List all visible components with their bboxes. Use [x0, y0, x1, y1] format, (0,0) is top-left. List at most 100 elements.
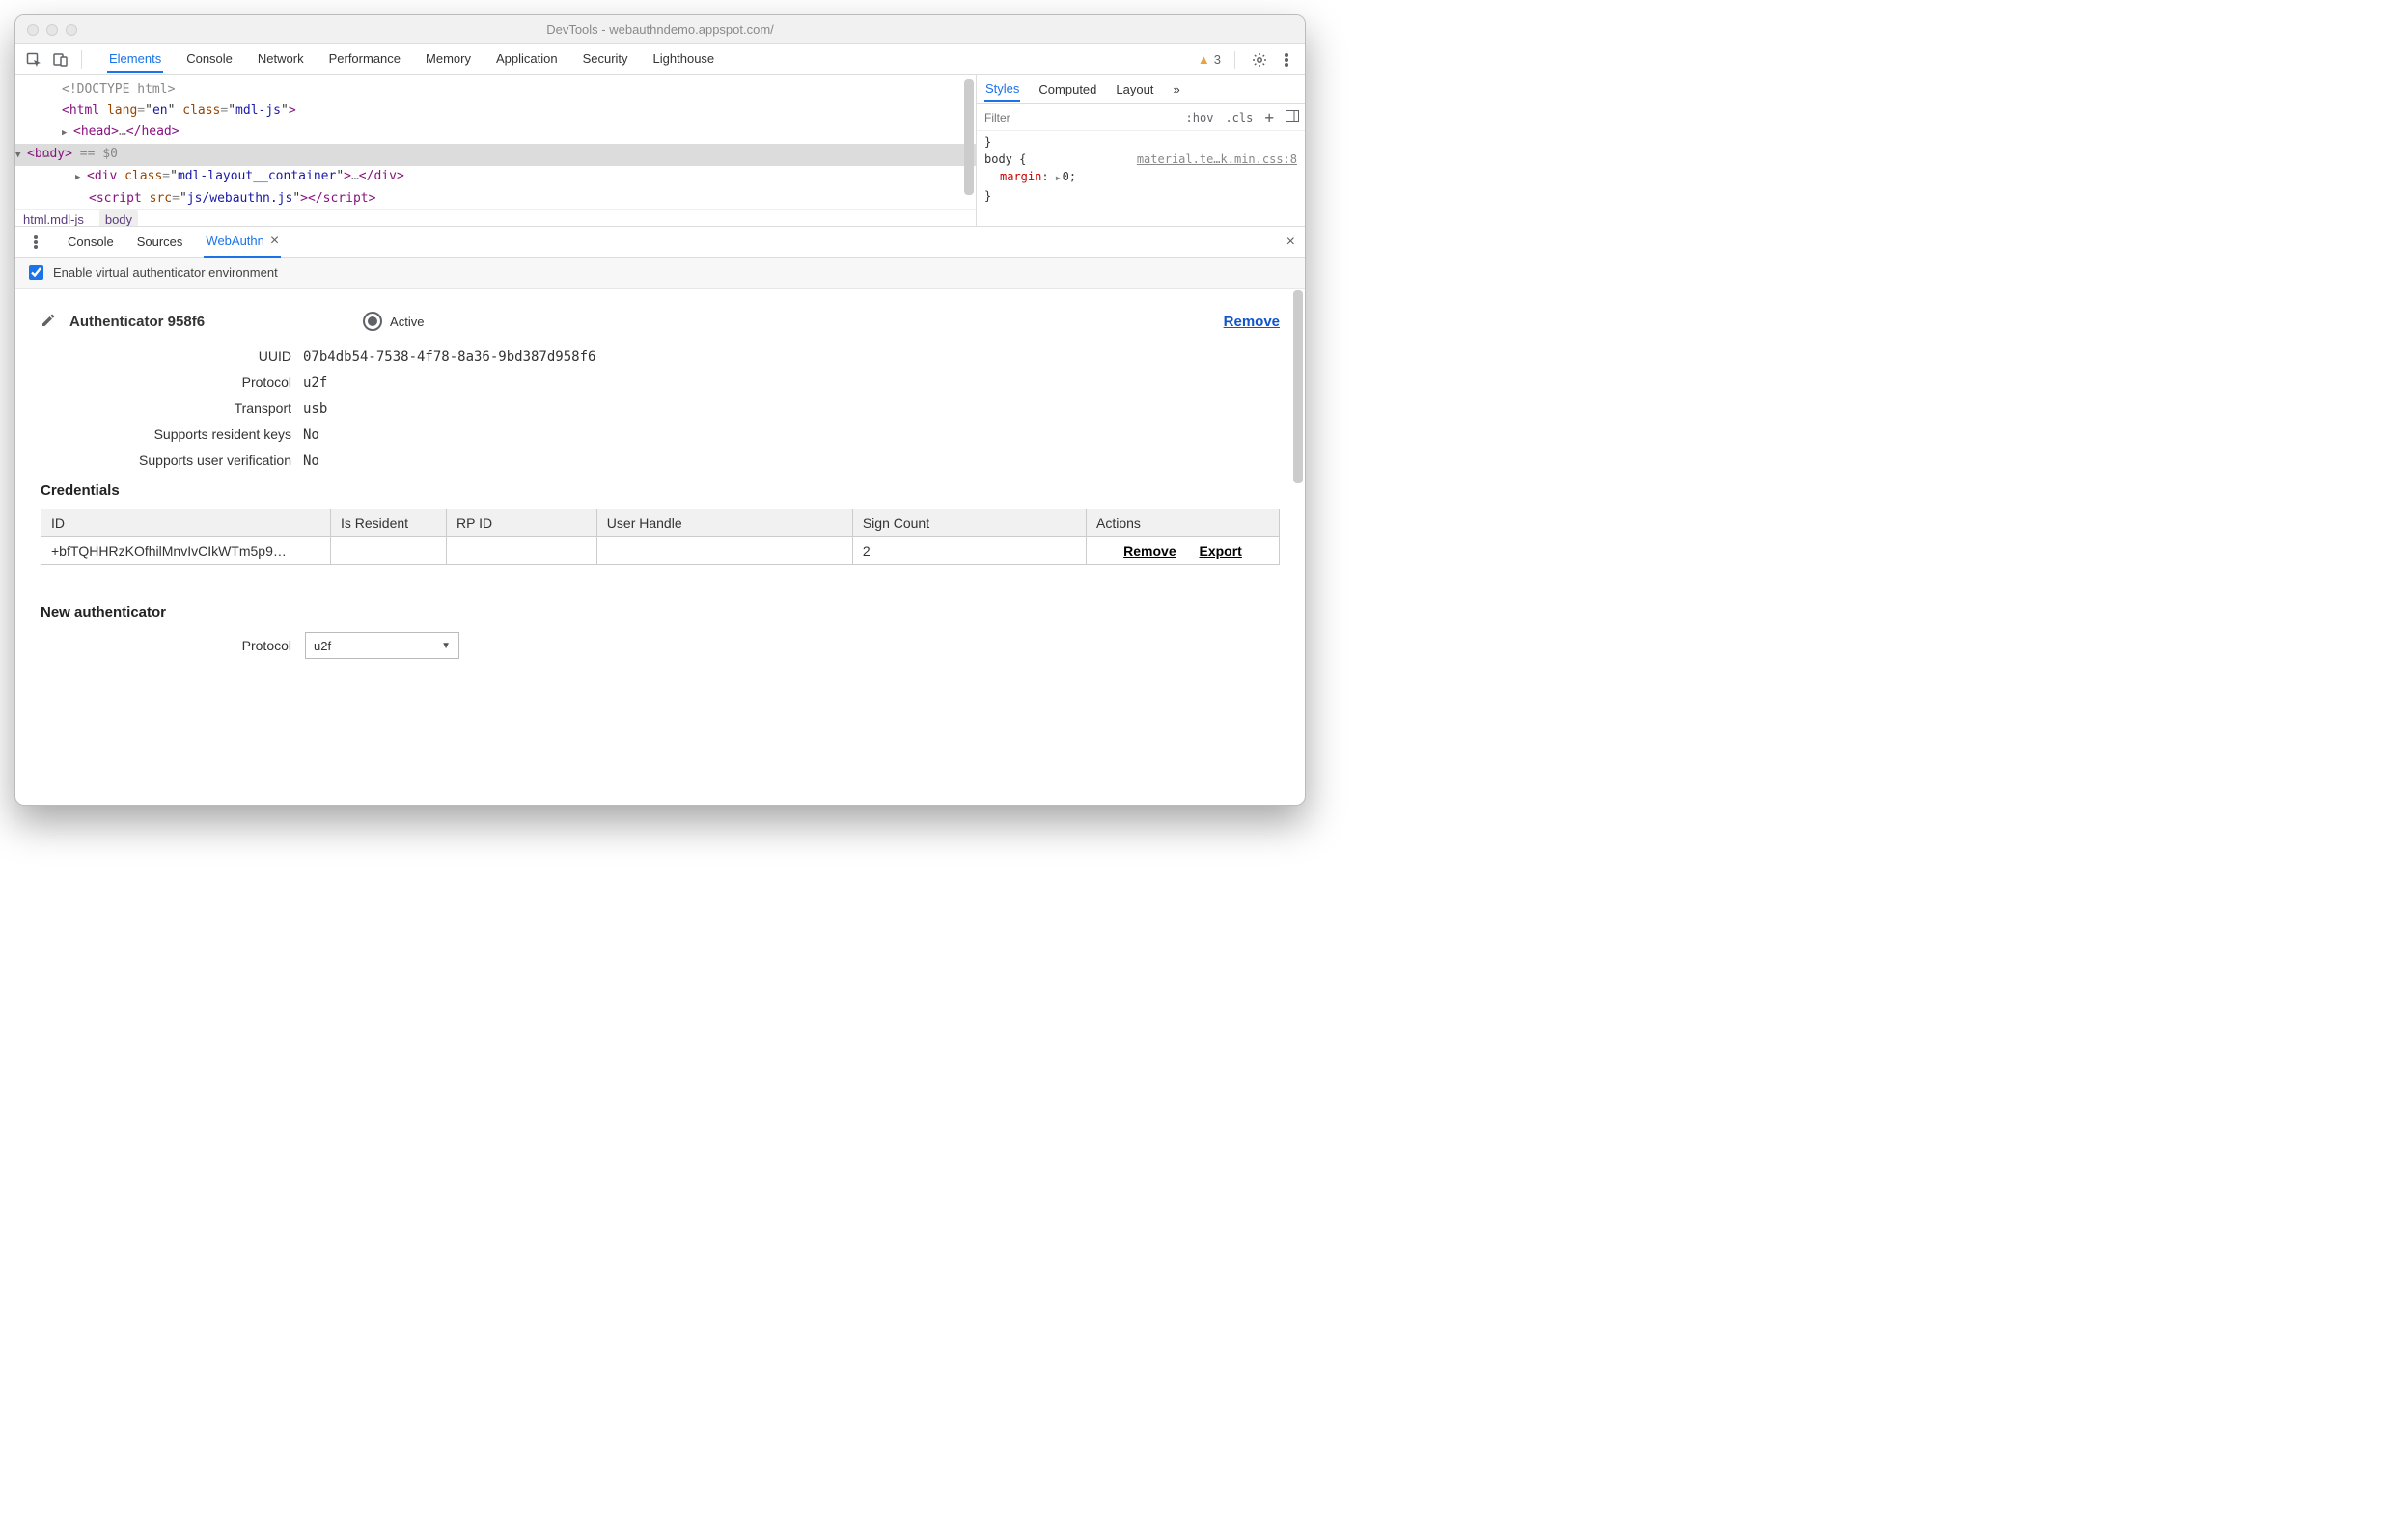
- html-tag: html: [69, 103, 99, 118]
- tab-network[interactable]: Network: [256, 45, 306, 73]
- breadcrumb: html.mdl-js body: [15, 209, 976, 226]
- cls-toggle[interactable]: .cls: [1219, 111, 1259, 124]
- new-protocol-label: Protocol: [41, 638, 291, 653]
- window-controls: [27, 24, 77, 36]
- credentials-heading: Credentials: [41, 482, 1280, 499]
- sidebar-toggle-icon[interactable]: [1280, 110, 1305, 124]
- css-val: 0;: [1063, 170, 1076, 183]
- scrollbar[interactable]: [1293, 290, 1303, 483]
- crumb-body[interactable]: body: [99, 210, 138, 226]
- credentials-table: ID Is Resident RP ID User Handle Sign Co…: [41, 509, 1280, 565]
- transport-label: Transport: [41, 400, 291, 416]
- styles-filter-input[interactable]: [977, 111, 1180, 124]
- authenticator-header: Authenticator 958f6 Active Remove: [41, 312, 1280, 331]
- separator: [1234, 51, 1235, 69]
- warning-badge[interactable]: ▲ 3: [1198, 52, 1221, 67]
- close-tab-icon[interactable]: ×: [270, 233, 279, 250]
- protocol-select[interactable]: u2f ▼: [305, 632, 459, 659]
- doctype: <!DOCTYPE html>: [62, 82, 175, 96]
- tab-layout[interactable]: Layout: [1115, 77, 1154, 101]
- webauthn-body: Authenticator 958f6 Active Remove UUID 07…: [15, 289, 1305, 805]
- warning-count: 3: [1214, 52, 1221, 67]
- uuid-label: UUID: [41, 348, 291, 364]
- tab-computed[interactable]: Computed: [1038, 77, 1097, 101]
- col-id[interactable]: ID: [42, 509, 331, 537]
- authenticator-details: UUID 07b4db54-7538-4f78-8a36-9bd387d958f6…: [41, 348, 1280, 469]
- titlebar: DevTools - webauthndemo.appspot.com/: [15, 15, 1305, 44]
- styles-tabs: Styles Computed Layout »: [977, 75, 1305, 104]
- chevron-down-icon: ▼: [441, 641, 451, 651]
- enable-label: Enable virtual authenticator environment: [53, 265, 278, 280]
- protocol-select-value: u2f: [314, 639, 331, 653]
- resident-keys-label: Supports resident keys: [41, 426, 291, 442]
- uuid-value: 07b4db54-7538-4f78-8a36-9bd387d958f6: [303, 349, 595, 365]
- drawer-tab-webauthn-label: WebAuthn: [206, 234, 263, 248]
- styles-body[interactable]: } material.te…k.min.css:8body { margin: …: [977, 131, 1305, 206]
- close-drawer-icon[interactable]: ×: [1286, 234, 1295, 251]
- new-rule-icon[interactable]: +: [1259, 108, 1280, 126]
- protocol-label: Protocol: [41, 374, 291, 390]
- dom-source[interactable]: <!DOCTYPE html> <html lang="en" class="m…: [15, 75, 976, 209]
- col-actions[interactable]: Actions: [1087, 509, 1280, 537]
- scrollbar[interactable]: [964, 79, 974, 195]
- panel-tabs: Elements Console Network Performance Mem…: [107, 45, 716, 73]
- cell-sign-count: 2: [852, 537, 1086, 565]
- window-title: DevTools - webauthndemo.appspot.com/: [15, 22, 1305, 37]
- export-credential-link[interactable]: Export: [1200, 543, 1242, 559]
- tab-lighthouse[interactable]: Lighthouse: [651, 45, 717, 73]
- styles-filter-row: :hov .cls +: [977, 104, 1305, 131]
- drawer-tab-sources[interactable]: Sources: [135, 229, 185, 255]
- drawer-tab-console[interactable]: Console: [66, 229, 116, 255]
- user-verification-label: Supports user verification: [41, 453, 291, 468]
- active-radio[interactable]: Active: [363, 312, 424, 331]
- tab-application[interactable]: Application: [494, 45, 560, 73]
- minimize-icon[interactable]: [46, 24, 58, 36]
- tab-console[interactable]: Console: [184, 45, 235, 73]
- remove-authenticator-link[interactable]: Remove: [1224, 314, 1280, 330]
- active-label: Active: [390, 315, 424, 329]
- css-prop: margin: [1000, 170, 1041, 183]
- tab-styles[interactable]: Styles: [984, 76, 1020, 102]
- source-link[interactable]: material.te…k.min.css:8: [1137, 151, 1297, 168]
- device-toggle-icon[interactable]: [50, 49, 71, 70]
- tab-performance[interactable]: Performance: [327, 45, 402, 73]
- new-authenticator-heading: New authenticator: [41, 604, 1280, 620]
- tab-security[interactable]: Security: [581, 45, 630, 73]
- tab-memory[interactable]: Memory: [424, 45, 473, 73]
- col-user-handle[interactable]: User Handle: [596, 509, 852, 537]
- settings-icon[interactable]: [1249, 49, 1270, 70]
- col-sign-count[interactable]: Sign Count: [852, 509, 1086, 537]
- close-icon[interactable]: [27, 24, 39, 36]
- brace: }: [984, 133, 1297, 151]
- radio-icon: [363, 312, 382, 331]
- selector: body {: [984, 152, 1026, 166]
- resident-keys-value: No: [303, 427, 319, 443]
- drawer-tab-webauthn[interactable]: WebAuthn ×: [204, 227, 281, 258]
- expand-icon[interactable]: [1056, 170, 1063, 183]
- col-is-resident[interactable]: Is Resident: [331, 509, 447, 537]
- crumb-html[interactable]: html.mdl-js: [23, 212, 84, 226]
- enable-checkbox[interactable]: [29, 265, 43, 280]
- transport-value: usb: [303, 401, 327, 417]
- cell-is-resident: [331, 537, 447, 565]
- dom-panel: <!DOCTYPE html> <html lang="en" class="m…: [15, 75, 977, 226]
- more-icon[interactable]: [1276, 49, 1297, 70]
- cell-rp-id: [447, 537, 597, 565]
- table-row: +bfTQHHRzKOfhilMnvIvCIkWTm5p9… 2 Remove …: [42, 537, 1280, 565]
- drawer-more-icon[interactable]: [25, 232, 46, 253]
- tab-elements[interactable]: Elements: [107, 45, 163, 73]
- cell-id: +bfTQHHRzKOfhilMnvIvCIkWTm5p9…: [42, 537, 331, 565]
- main-toolbar: Elements Console Network Performance Mem…: [15, 44, 1305, 75]
- zoom-icon[interactable]: [66, 24, 77, 36]
- col-rp-id[interactable]: RP ID: [447, 509, 597, 537]
- enable-row: Enable virtual authenticator environment: [15, 258, 1305, 289]
- new-authenticator-protocol-row: Protocol u2f ▼: [41, 632, 1280, 659]
- hov-toggle[interactable]: :hov: [1180, 111, 1220, 124]
- tab-more[interactable]: »: [1172, 77, 1180, 101]
- remove-credential-link[interactable]: Remove: [1123, 543, 1176, 559]
- devtools-window: DevTools - webauthndemo.appspot.com/ Ele…: [14, 14, 1306, 806]
- inspect-icon[interactable]: [23, 49, 44, 70]
- edit-icon[interactable]: [41, 313, 56, 331]
- protocol-value: u2f: [303, 375, 327, 391]
- warning-icon: ▲: [1198, 52, 1210, 67]
